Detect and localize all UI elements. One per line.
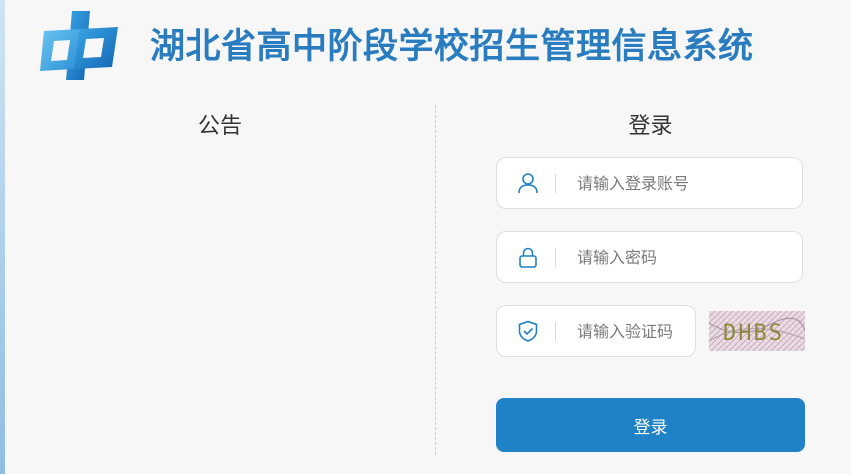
panel-divider — [435, 105, 436, 455]
password-field[interactable] — [496, 231, 803, 283]
account-field[interactable] — [496, 157, 803, 209]
captcha-field[interactable] — [496, 305, 696, 357]
captcha-input[interactable] — [577, 306, 687, 356]
shield-check-icon — [518, 320, 538, 342]
lock-icon — [519, 247, 537, 268]
notice-title: 公告 — [197, 114, 242, 139]
captcha-text: DHBS — [723, 321, 784, 346]
left-edge-strip — [0, 0, 5, 474]
field-separator — [555, 248, 556, 267]
user-icon — [518, 173, 538, 194]
field-separator — [555, 322, 556, 341]
captcha-image[interactable]: DHBS — [709, 311, 805, 351]
app-title: 湖北省高中阶段学校招生管理信息系统 — [150, 27, 754, 67]
zhong-logo-icon — [40, 11, 118, 80]
account-input[interactable] — [577, 158, 787, 208]
login-title: 登录 — [628, 114, 673, 139]
login-button[interactable]: 登录 — [496, 398, 805, 452]
password-input[interactable] — [577, 232, 787, 282]
field-separator — [555, 174, 556, 193]
